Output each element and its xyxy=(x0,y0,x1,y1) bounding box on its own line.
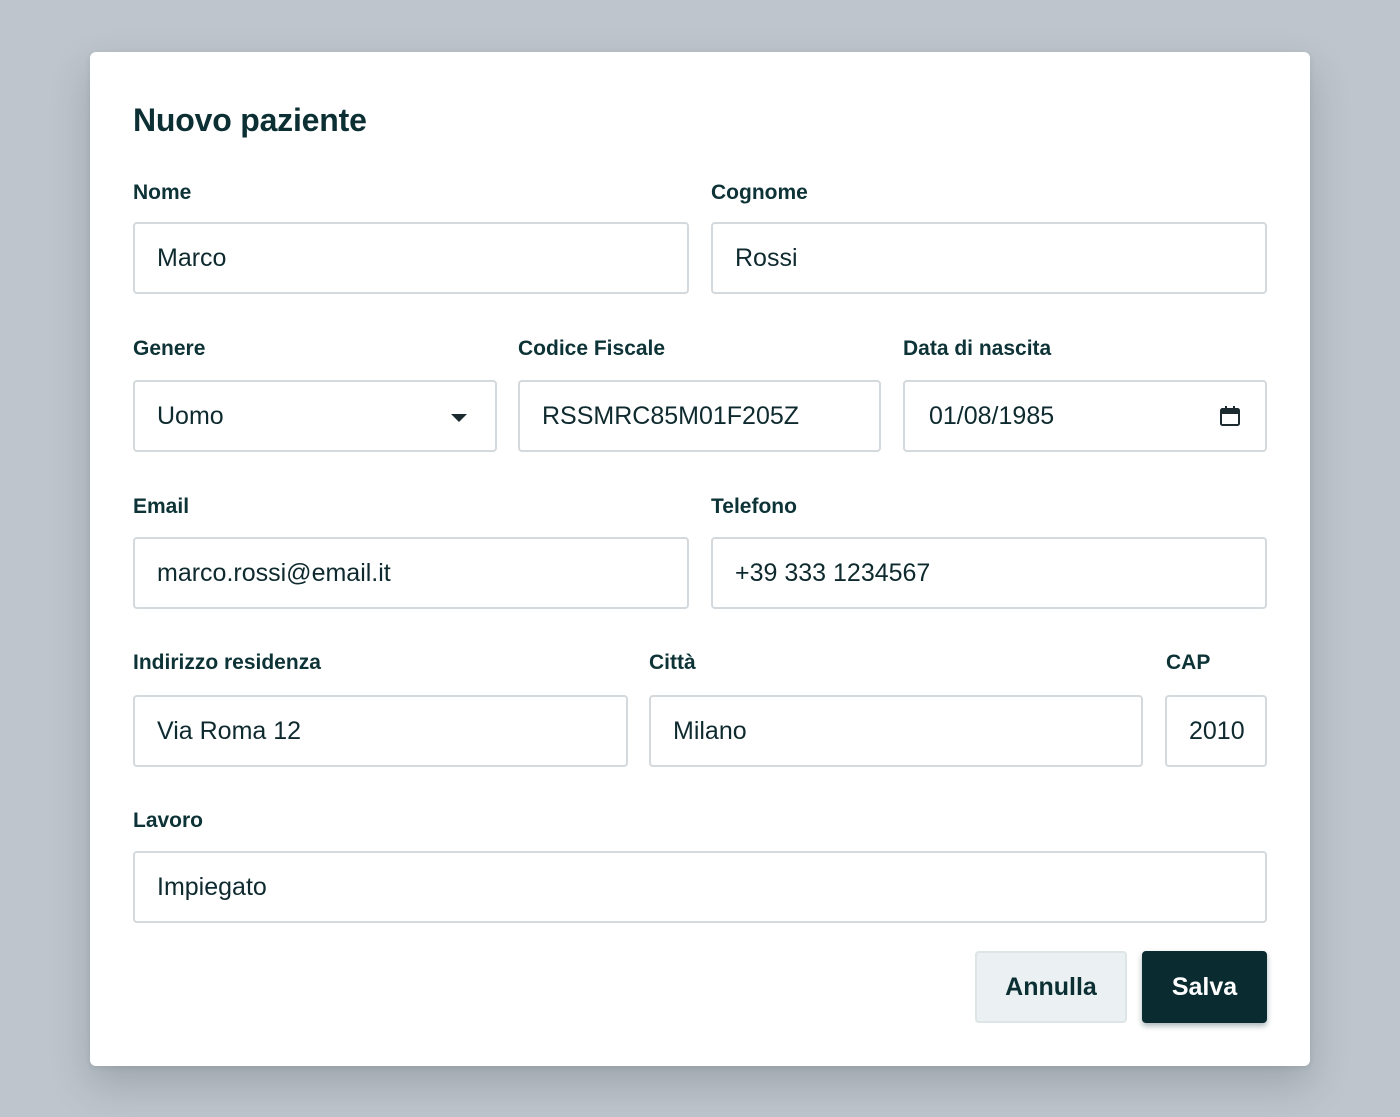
chevron-down-icon[interactable] xyxy=(451,414,467,422)
cap-value: 2010 xyxy=(1189,717,1245,745)
cognome-value: Rossi xyxy=(735,244,798,272)
data-nascita-label: Data di nascita xyxy=(903,337,1052,360)
indirizzo-field[interactable]: Via Roma 12 xyxy=(133,695,628,767)
citta-label: Città xyxy=(649,651,696,674)
dialog-title: Nuovo paziente xyxy=(133,102,367,138)
lavoro-value: Impiegato xyxy=(157,873,267,901)
email-value: marco.rossi@email.it xyxy=(157,559,391,587)
telefono-value: +39 333 1234567 xyxy=(735,559,931,587)
cognome-label: Cognome xyxy=(711,181,808,204)
genere-value: Uomo xyxy=(157,402,224,430)
telefono-label: Telefono xyxy=(711,495,797,518)
cap-label: CAP xyxy=(1166,651,1211,674)
citta-field[interactable]: Milano xyxy=(649,695,1143,767)
cognome-field[interactable]: Rossi xyxy=(711,222,1267,294)
citta-value: Milano xyxy=(673,717,747,745)
save-button[interactable]: Salva xyxy=(1142,951,1267,1023)
codice-fiscale-label: Codice Fiscale xyxy=(518,337,666,360)
email-field[interactable]: marco.rossi@email.it xyxy=(133,537,689,609)
genere-label: Genere xyxy=(133,337,206,360)
indirizzo-label: Indirizzo residenza xyxy=(133,651,321,674)
calendar-icon[interactable] xyxy=(1219,405,1241,427)
data-nascita-field[interactable]: 01/08/1985 xyxy=(903,380,1267,452)
telefono-field[interactable]: +39 333 1234567 xyxy=(711,537,1267,609)
codice-fiscale-value: RSSMRC85M01F205Z xyxy=(542,402,800,430)
cap-field[interactable]: 2010 xyxy=(1165,695,1267,767)
nome-label: Nome xyxy=(133,181,192,204)
nome-value: Marco xyxy=(157,244,227,272)
lavoro-label: Lavoro xyxy=(133,809,204,832)
genere-select[interactable]: Uomo xyxy=(133,380,497,452)
codice-fiscale-field[interactable]: RSSMRC85M01F205Z xyxy=(518,380,881,452)
lavoro-field[interactable]: Impiegato xyxy=(133,851,1267,923)
new-patient-dialog: Nuovo paziente Nome Marco Cognome Rossi … xyxy=(90,52,1310,1066)
cancel-button[interactable]: Annulla xyxy=(975,951,1127,1023)
indirizzo-value: Via Roma 12 xyxy=(157,717,302,745)
nome-field[interactable]: Marco xyxy=(133,222,689,294)
data-nascita-value: 01/08/1985 xyxy=(929,402,1055,430)
email-label: Email xyxy=(133,495,190,518)
